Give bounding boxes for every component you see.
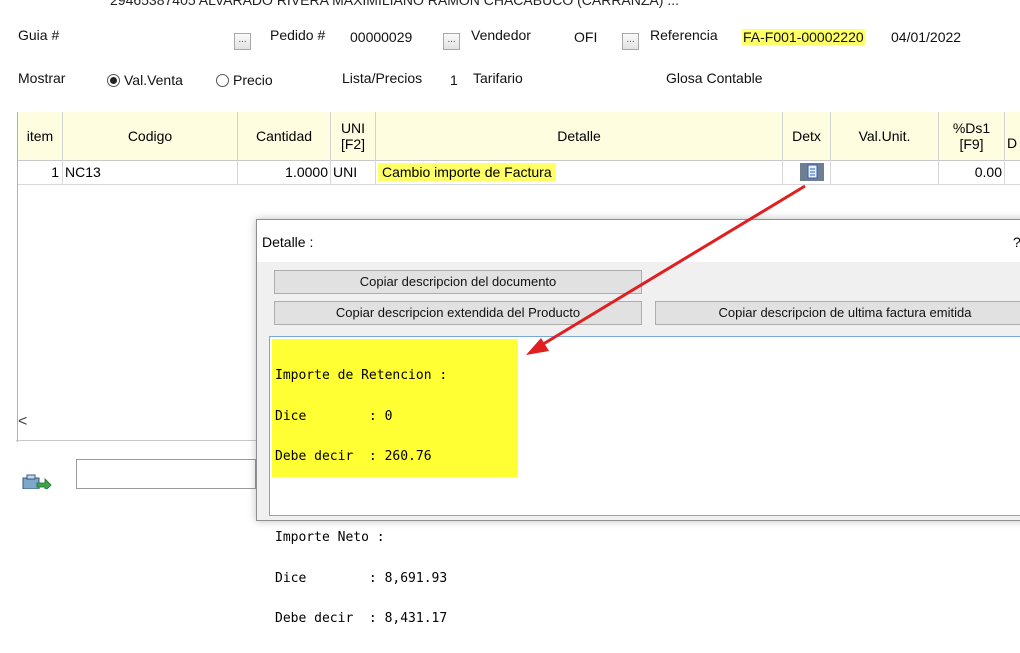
memo-line bbox=[275, 491, 515, 505]
memo-line: Importe Neto : bbox=[275, 530, 385, 545]
arrow-line bbox=[534, 184, 806, 351]
arrow-head bbox=[526, 338, 549, 355]
annotation-arrow bbox=[526, 184, 806, 355]
memo-line: Dice : 8,691.93 bbox=[275, 570, 448, 586]
memo-line: Debe decir : 8,431.17 bbox=[275, 611, 448, 626]
